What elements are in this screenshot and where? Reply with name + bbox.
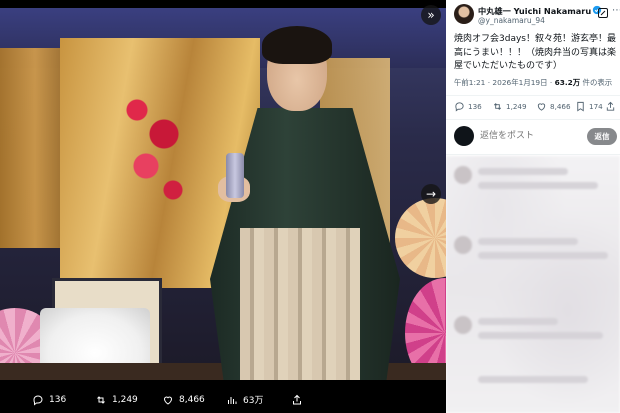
repost-stat-count: 1,249 — [506, 102, 527, 111]
photo-flowers — [110, 78, 200, 238]
share-icon — [293, 394, 301, 404]
photo-cup — [226, 153, 244, 198]
repost-icon — [97, 395, 105, 404]
tweet-text: 焼肉オフ会3days！叙々苑！游玄亭！最高にうまい！！！（焼肉弁当の写真は楽屋で… — [454, 34, 617, 71]
tweet-photo[interactable] — [0, 8, 446, 380]
tweet-meta: 午前1:21 · 2026年1月19日 · 63.2万 件の表示 — [454, 77, 612, 88]
blurred-line — [478, 238, 578, 245]
arrow-right-icon: → — [425, 187, 437, 201]
bookmark-stat[interactable]: 174 — [575, 101, 603, 112]
repost-action[interactable]: 1,249 — [95, 394, 138, 406]
blurred-avatar — [454, 166, 472, 184]
tweet-panel: 中丸雄一 Yuichi Nakamaru @y_nakamaru_94 ⋯ 焼肉… — [446, 0, 620, 413]
more-options-icon[interactable]: ⋯ — [612, 5, 620, 16]
tweet-views-count: 63.2万 — [554, 78, 581, 87]
views-count: 63万 — [243, 396, 264, 406]
tweet-timestamp[interactable]: 午前1:21 · 2026年1月19日 · — [454, 78, 555, 87]
reply-avatar — [454, 126, 474, 146]
divider — [446, 95, 620, 96]
tweet-views-suffix: 件の表示 — [580, 78, 613, 87]
avatar[interactable] — [454, 4, 474, 24]
media-action-bar: 136 1,249 8,466 63万 — [0, 386, 446, 413]
repost-stat[interactable]: 1,249 — [492, 101, 527, 112]
grok-icon[interactable] — [597, 7, 609, 19]
like-stat[interactable]: 8,466 — [536, 101, 571, 112]
photo-umbrella — [395, 198, 446, 278]
divider — [446, 154, 620, 155]
share-stat[interactable] — [605, 101, 616, 112]
heart-icon — [163, 396, 173, 405]
tweet-author: 中丸雄一 Yuichi Nakamaru @y_nakamaru_94 ⋯ — [454, 4, 620, 28]
reply-action[interactable]: 136 — [32, 394, 66, 406]
blurred-avatar — [454, 316, 472, 334]
blurred-line — [478, 252, 608, 259]
reply-button[interactable]: 返信 — [587, 128, 617, 145]
reply-stat-count: 136 — [468, 102, 482, 111]
blurred-line — [478, 376, 588, 383]
divider — [446, 119, 620, 120]
views-action[interactable]: 63万 — [226, 393, 263, 406]
reply-icon — [33, 394, 43, 405]
photo-person-hakama — [240, 228, 360, 380]
like-action[interactable]: 8,466 — [162, 394, 205, 406]
blurred-replies — [446, 156, 620, 413]
like-stat-count: 8,466 — [550, 102, 571, 111]
reply-input[interactable] — [480, 130, 597, 140]
repost-count: 1,249 — [112, 394, 138, 405]
bookmark-stat-count: 174 — [589, 102, 603, 111]
blurred-line — [478, 318, 558, 325]
blurred-line — [478, 332, 603, 339]
blurred-line — [478, 182, 598, 189]
repost-icon — [493, 103, 502, 110]
media-viewer: » → 136 1,249 8,466 63万 — [0, 0, 446, 413]
reply-composer: 返信 — [454, 126, 617, 148]
expand-icon[interactable]: » — [421, 5, 441, 25]
views-chart-icon — [228, 396, 237, 404]
like-count: 8,466 — [179, 394, 205, 405]
photo-person-hair — [262, 26, 332, 64]
tweet-stats: 136 1,249 8,466 174 — [454, 100, 616, 116]
bookmark-icon — [577, 101, 584, 112]
heart-icon — [537, 103, 546, 111]
next-image-button[interactable]: → — [421, 184, 441, 204]
reply-count: 136 — [49, 394, 67, 405]
author-handle[interactable]: @y_nakamaru_94 — [478, 16, 545, 25]
reply-icon — [455, 102, 464, 112]
share-icon — [606, 101, 615, 111]
reply-stat[interactable]: 136 — [454, 101, 482, 112]
blurred-line — [478, 168, 568, 175]
share-action[interactable] — [291, 394, 303, 406]
blurred-avatar — [454, 236, 472, 254]
